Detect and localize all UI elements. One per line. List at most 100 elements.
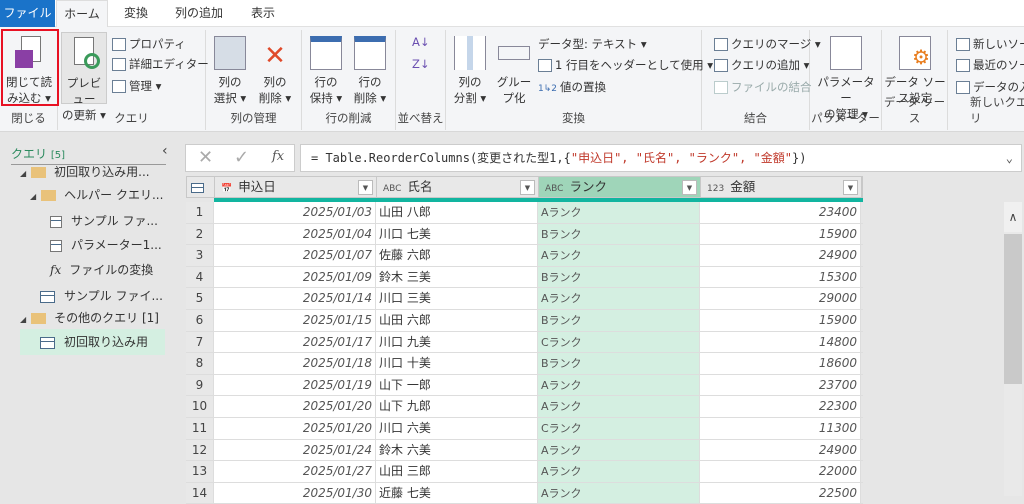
use-first-row-as-headers-button[interactable]: 1 行目をヘッダーとして使用 ▾ [538, 55, 713, 75]
tree-folder-other[interactable]: ◢ その他のクエリ [1] [20, 307, 159, 329]
cell-name[interactable]: 近藤 七美 [376, 482, 538, 504]
cell-amount[interactable]: 18600 [700, 353, 861, 374]
cell-name[interactable]: 山下 一郎 [376, 374, 538, 396]
remove-rows-button[interactable]: 行の 削除 ▾ [350, 32, 390, 106]
cell-date[interactable]: 2025/01/07 [214, 245, 376, 266]
row-number[interactable]: 4 [186, 266, 214, 288]
row-number[interactable]: 11 [186, 417, 214, 439]
tree-item-transform-file[interactable]: fx ファイルの変換 [50, 259, 153, 281]
group-by-button[interactable]: グルー プ化 [494, 32, 534, 106]
cell-amount[interactable]: 14800 [700, 331, 861, 353]
recent-sources-button[interactable]: 最近のソース [956, 55, 1024, 75]
cell-rank[interactable]: Aランク [538, 461, 700, 482]
expand-formula-icon[interactable]: ⌄ [1006, 145, 1013, 171]
cell-rank[interactable]: Bランク [538, 266, 700, 288]
cell-date[interactable]: 2025/01/14 [214, 288, 376, 309]
merge-queries-button[interactable]: クエリのマージ ▾ [714, 34, 821, 54]
tree-item-sample-file-table[interactable]: サンプル ファイ... [40, 285, 163, 307]
cell-amount[interactable]: 29000 [700, 288, 861, 309]
cancel-icon[interactable]: ✕ [198, 147, 213, 168]
filter-dropdown-icon[interactable]: ▼ [682, 180, 697, 195]
remove-columns-button[interactable]: ✕ 列の 削除 ▾ [254, 32, 296, 106]
cell-date[interactable]: 2025/01/09 [214, 266, 376, 288]
cell-date[interactable]: 2025/01/17 [214, 331, 376, 353]
properties-button[interactable]: プロパティ [112, 34, 186, 54]
scroll-up-icon[interactable]: ∧ [1004, 202, 1022, 232]
sort-ascending-icon[interactable]: A↓ [412, 32, 430, 52]
row-number[interactable]: 7 [186, 331, 214, 353]
append-queries-button[interactable]: クエリの追加 ▾ [714, 55, 809, 75]
tab-file[interactable]: ファイル [0, 0, 55, 27]
cell-date[interactable]: 2025/01/15 [214, 309, 376, 331]
row-number[interactable]: 14 [186, 482, 214, 504]
cell-name[interactable]: 山田 六郎 [376, 309, 538, 331]
row-number[interactable]: 3 [186, 245, 214, 266]
cell-name[interactable]: 山田 八郎 [376, 202, 538, 223]
tree-folder-initial[interactable]: ◢ 初回取り込み用... [20, 161, 150, 183]
formula-input[interactable]: = Table.ReorderColumns(変更された型1,{"申込日", "… [300, 144, 1022, 172]
choose-columns-button[interactable]: 列の 選択 ▾ [210, 32, 250, 106]
new-source-button[interactable]: 新しいソース [956, 34, 1024, 54]
cell-date[interactable]: 2025/01/20 [214, 396, 376, 417]
cell-date[interactable]: 2025/01/04 [214, 223, 376, 245]
scroll-thumb[interactable] [1004, 234, 1022, 384]
row-number[interactable]: 5 [186, 288, 214, 309]
sort-descending-icon[interactable]: Z↓ [412, 54, 430, 74]
cell-rank[interactable]: Aランク [538, 439, 700, 461]
cell-amount[interactable]: 24900 [700, 245, 861, 266]
cell-date[interactable]: 2025/01/30 [214, 482, 376, 504]
row-number[interactable]: 13 [186, 461, 214, 482]
filter-dropdown-icon[interactable]: ▼ [843, 180, 858, 195]
cell-amount[interactable]: 15900 [700, 223, 861, 245]
combine-files-button[interactable]: ファイルの結合 [714, 77, 812, 97]
row-number[interactable]: 2 [186, 223, 214, 245]
tab-view[interactable]: 表示 [240, 0, 286, 27]
tree-item-initial-load-selected[interactable]: 初回取り込み用 [20, 329, 165, 355]
cell-amount[interactable]: 22000 [700, 461, 861, 482]
row-number[interactable]: 8 [186, 353, 214, 374]
refresh-preview-button[interactable]: プレビュー の更新 ▾ [61, 32, 107, 122]
cell-name[interactable]: 山下 九郎 [376, 396, 538, 417]
tab-home[interactable]: ホーム [56, 0, 108, 28]
manage-parameters-button[interactable]: パラメーター の管理 ▾ [812, 32, 880, 122]
cell-rank[interactable]: Aランク [538, 482, 700, 504]
cell-rank[interactable]: Aランク [538, 288, 700, 309]
table-menu-icon[interactable] [187, 177, 215, 197]
cell-amount[interactable]: 22500 [700, 482, 861, 504]
column-header-rank[interactable]: ABC ランク ▼ [539, 177, 701, 197]
tab-add-column[interactable]: 列の追加 [164, 0, 234, 27]
cell-name[interactable]: 川口 七美 [376, 223, 538, 245]
row-number[interactable]: 12 [186, 439, 214, 461]
cell-name[interactable]: 川口 六美 [376, 417, 538, 439]
cell-amount[interactable]: 24900 [700, 439, 861, 461]
cell-amount[interactable]: 23400 [700, 202, 861, 223]
advanced-editor-button[interactable]: 詳細エディター [112, 54, 209, 74]
cell-date[interactable]: 2025/01/18 [214, 353, 376, 374]
cell-date[interactable]: 2025/01/03 [214, 202, 376, 223]
column-header-date[interactable]: 📅 申込日 ▼ [215, 177, 377, 197]
cell-date[interactable]: 2025/01/20 [214, 417, 376, 439]
confirm-icon[interactable]: ✓ [234, 147, 249, 168]
replace-values-button[interactable]: 1↳2 値の置換 [538, 77, 606, 97]
cell-rank[interactable]: Bランク [538, 223, 700, 245]
cell-rank[interactable]: Cランク [538, 331, 700, 353]
cell-rank[interactable]: Aランク [538, 202, 700, 223]
cell-name[interactable]: 川口 九美 [376, 331, 538, 353]
tree-item-sample-file[interactable]: サンプル ファ... [50, 210, 158, 232]
collapse-pane-icon[interactable]: ‹ [162, 143, 168, 159]
column-header-name[interactable]: ABC 氏名 ▼ [377, 177, 539, 197]
keep-rows-button[interactable]: 行の 保持 ▾ [306, 32, 346, 106]
cell-name[interactable]: 川口 三美 [376, 288, 538, 309]
filter-dropdown-icon[interactable]: ▼ [358, 180, 373, 195]
cell-amount[interactable]: 15300 [700, 266, 861, 288]
cell-name[interactable]: 鈴木 三美 [376, 266, 538, 288]
filter-dropdown-icon[interactable]: ▼ [520, 180, 535, 195]
tree-folder-helper[interactable]: ◢ ヘルパー クエリ... [30, 184, 163, 206]
cell-date[interactable]: 2025/01/27 [214, 461, 376, 482]
cell-amount[interactable]: 23700 [700, 374, 861, 396]
vertical-scrollbar[interactable]: ∧ [1004, 202, 1022, 496]
cell-name[interactable]: 川口 十美 [376, 353, 538, 374]
tab-transform[interactable]: 変換 [112, 0, 160, 27]
column-header-amount[interactable]: 123 金額 ▼ [701, 177, 862, 197]
cell-name[interactable]: 鈴木 六美 [376, 439, 538, 461]
